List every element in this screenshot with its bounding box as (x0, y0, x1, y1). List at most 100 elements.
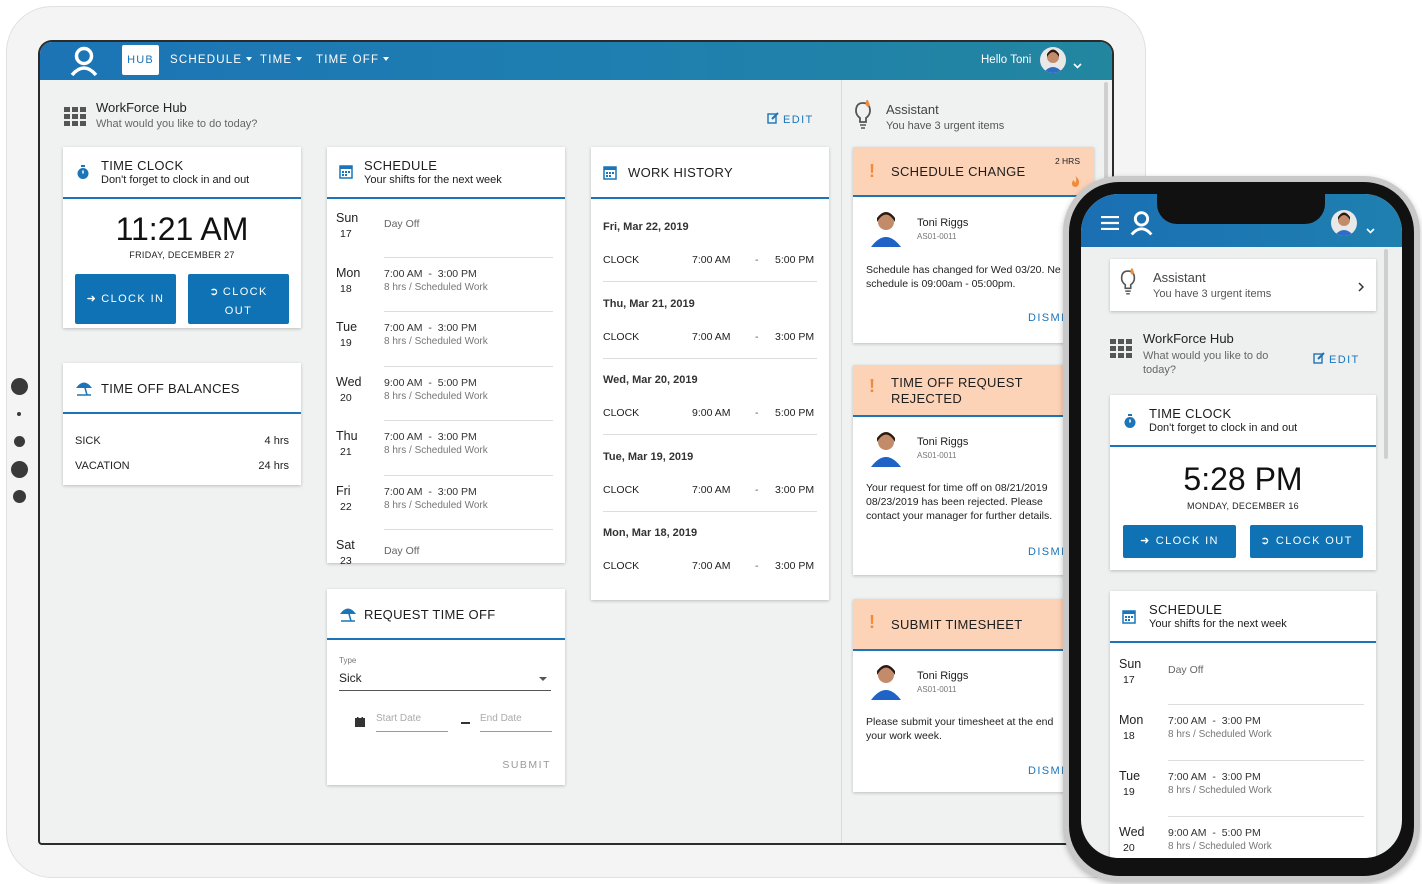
tablet-side-button (13, 490, 26, 503)
calendar-icon (603, 165, 617, 185)
alert-message-line: your work week. (866, 730, 942, 742)
work-history-card: WORK HISTORY Fri, Mar 22, 2019 CLOCK 7:00 … (591, 147, 829, 600)
history-out-time: 3:00 PM (775, 483, 815, 496)
hamburger-menu-icon[interactable] (1101, 215, 1119, 235)
app-logo-icon[interactable] (70, 46, 98, 77)
grid-icon (64, 107, 86, 132)
schedule-row: Tue 19 7:00 AM - 3:00 PM 8 hrs / Scheduled … (1110, 763, 1376, 819)
row-divider (384, 529, 553, 530)
employee-id: AS01-0011 (917, 451, 957, 460)
nav-menu-time-off[interactable]: TIME OFF (316, 54, 390, 66)
beach-umbrella-icon (75, 380, 93, 401)
submit-button[interactable]: SUBMIT (502, 759, 551, 771)
alert-title: TIME OFF REQUEST (891, 375, 1023, 390)
type-select[interactable]: Sick (339, 669, 551, 691)
history-label: CLOCK (603, 254, 640, 266)
nav-menu-schedule[interactable]: SCHEDULE (170, 54, 253, 66)
request-title: REQUEST TIME OFF (364, 607, 496, 622)
schedule-subtitle: Your shifts for the next week (364, 174, 502, 186)
clock-out-button[interactable]: ➲ CLOCK OUT (188, 274, 289, 324)
page-subtitle: What would you like to do (1143, 350, 1269, 362)
end-date-input[interactable]: End Date (480, 713, 552, 732)
history-in-time: 9:00 AM (692, 407, 731, 419)
day-name: Wed (336, 374, 362, 389)
clock-in-button[interactable]: ➜ CLOCK IN (1123, 525, 1236, 558)
nav-menu-time-label: TIME (260, 54, 293, 66)
start-date-input[interactable]: Start Date (376, 713, 448, 732)
day-number: 20 (1123, 842, 1135, 854)
edit-button[interactable]: EDIT (767, 112, 814, 126)
nav-tab-hub[interactable]: HUB (122, 45, 159, 75)
day-name: Mon (336, 265, 361, 280)
day-number: 20 (340, 391, 352, 404)
phone-assistant-card[interactable]: Assistant You have 3 urgent items (1110, 259, 1376, 311)
schedule-row: Fri 22 7:00 AM - 3:00 PM 8 hrs / Scheduled … (327, 478, 565, 533)
schedule-row: Thu 21 7:00 AM - 3:00 PM 8 hrs / Scheduled … (327, 423, 565, 478)
row-divider (603, 510, 817, 512)
lightbulb-icon (1118, 267, 1138, 302)
clock-out-label-1: CLOCK (222, 286, 268, 298)
flame-icon (1071, 174, 1080, 192)
tablet-side-button (11, 378, 28, 395)
assistant-panel-divider (841, 80, 842, 843)
shift-time: 9:00 AM - 5:00 PM (1168, 827, 1261, 839)
work-history-entry: Tue, Mar 19, 2019 CLOCK 7:00 AM - 3:00 PM (591, 441, 829, 517)
start-date-placeholder: Start Date (376, 713, 422, 724)
chevron-down-icon[interactable] (1073, 56, 1082, 74)
greeting-text: Hello Toni (981, 54, 1032, 66)
dismiss-button[interactable]: DISMI (1028, 765, 1066, 777)
schedule-row: Mon 18 7:00 AM - 3:00 PM 8 hrs / Scheduled … (327, 260, 565, 315)
scrollbar[interactable] (1384, 249, 1388, 459)
current-date: FRIDAY, DECEMBER 27 (129, 250, 235, 260)
clock-out-button[interactable]: ➲ CLOCK OUT (1250, 525, 1363, 558)
time-off-balances-card: TIME OFF BALANCES SICK 4 hrs VACATION 24… (63, 363, 301, 485)
row-divider (1168, 816, 1364, 817)
balance-value-vacation: 24 hrs (258, 460, 289, 472)
exclamation-icon: ! (869, 161, 875, 181)
dismiss-label: DISMI (1028, 546, 1066, 558)
chevron-down-icon[interactable] (1366, 221, 1375, 239)
user-avatar[interactable] (1040, 47, 1066, 73)
phone-screen: Assistant You have 3 urgent items WorkFo… (1081, 194, 1402, 858)
edit-label: EDIT (783, 114, 814, 126)
current-date: MONDAY, DECEMBER 16 (1187, 501, 1299, 511)
dismiss-button[interactable]: DISMI (1028, 312, 1066, 324)
dismiss-button[interactable]: DISMI (1028, 546, 1066, 558)
shift-time: Day Off (384, 218, 420, 230)
assistant-title: Assistant (886, 102, 939, 117)
grid-icon (1110, 339, 1132, 364)
clock-in-button[interactable]: ➜ CLOCK IN (75, 274, 176, 324)
day-name: Thu (336, 429, 358, 443)
shift-detail: 8 hrs / Scheduled Work (384, 445, 488, 456)
history-dash: - (755, 483, 759, 496)
phone-schedule-card: SCHEDULE Your shifts for the next week S… (1110, 591, 1376, 858)
history-dash: - (755, 330, 759, 343)
user-avatar[interactable] (1331, 210, 1357, 236)
day-name: Sun (1119, 657, 1142, 671)
schedule-row: Wed 20 9:00 AM - 5:00 PM 8 hrs / Scheduled … (1110, 819, 1376, 858)
work-history-entry: Thu, Mar 21, 2019 CLOCK 7:00 AM - 3:00 PM (591, 288, 829, 364)
nav-menu-time[interactable]: TIME (260, 54, 303, 66)
employee-id: AS01-0011 (917, 685, 957, 694)
row-divider (603, 281, 817, 282)
app-logo-icon[interactable] (1130, 210, 1153, 241)
exclamation-icon: ! (869, 376, 875, 396)
beach-umbrella-icon (339, 606, 357, 627)
alert-title: SCHEDULE CHANGE (891, 164, 1026, 179)
edit-button[interactable]: EDIT (1313, 352, 1360, 366)
time-clock-title: TIME CLOCK (1149, 406, 1232, 421)
employee-avatar (869, 662, 903, 705)
schedule-card: SCHEDULE Your shifts for the next week S… (327, 147, 565, 567)
current-time: 11:21 AM (115, 211, 249, 247)
page-title: WorkForce Hub (1143, 331, 1234, 346)
history-date: Tue, Mar 19, 2019 (603, 450, 694, 463)
day-number: 17 (340, 228, 352, 240)
employee-name: Toni Riggs (917, 436, 969, 448)
history-dash: - (755, 254, 759, 266)
shift-time: 7:00 AM - 3:00 PM (384, 267, 477, 280)
assistant-title: Assistant (1153, 270, 1206, 285)
clock-out-label-2: OUT (224, 305, 253, 317)
nav-menu-schedule-label: SCHEDULE (170, 54, 243, 66)
day-number: 22 (340, 500, 352, 513)
calendar-icon (1122, 609, 1136, 629)
